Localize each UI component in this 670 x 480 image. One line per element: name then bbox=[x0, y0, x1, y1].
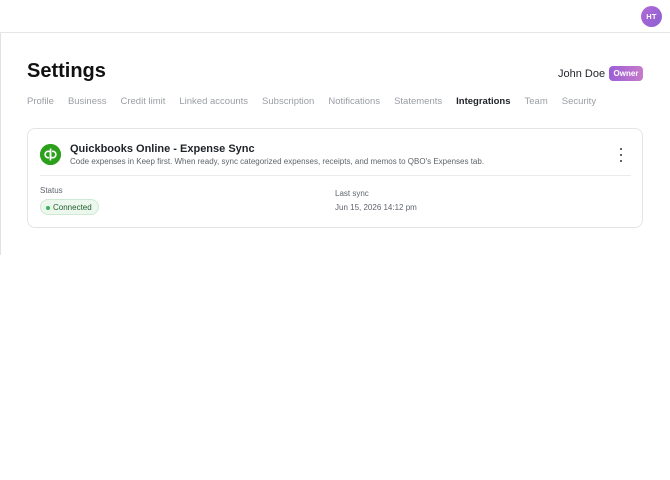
tab-business[interactable]: Business bbox=[68, 96, 107, 110]
status-label: Status bbox=[40, 186, 63, 195]
card-divider bbox=[40, 175, 631, 176]
tab-subscription[interactable]: Subscription bbox=[262, 96, 314, 110]
integration-title: Quickbooks Online - Expense Sync bbox=[70, 143, 255, 155]
user-name: John Doe bbox=[558, 68, 606, 80]
last-sync-value: Jun 15, 2026 14:12 pm bbox=[335, 203, 417, 212]
tab-profile[interactable]: Profile bbox=[27, 96, 54, 110]
more-options-icon[interactable] bbox=[616, 148, 626, 162]
tab-notifications[interactable]: Notifications bbox=[328, 96, 380, 110]
top-bar: HT bbox=[0, 0, 670, 33]
integration-description: Code expenses in Keep first. When ready,… bbox=[70, 157, 485, 166]
settings-tabs: Profile Business Credit limit Linked acc… bbox=[27, 96, 610, 110]
user-avatar[interactable]: HT bbox=[641, 6, 662, 27]
status-badge: Connected bbox=[40, 199, 99, 215]
tab-integrations[interactable]: Integrations bbox=[456, 96, 510, 110]
tab-team[interactable]: Team bbox=[525, 96, 548, 110]
integration-card: Quickbooks Online - Expense Sync Code ex… bbox=[27, 128, 643, 228]
tab-linked-accounts[interactable]: Linked accounts bbox=[179, 96, 248, 110]
tab-statements[interactable]: Statements bbox=[394, 96, 442, 110]
quickbooks-logo-icon bbox=[40, 144, 61, 165]
last-sync-label: Last sync bbox=[335, 189, 369, 198]
tab-security[interactable]: Security bbox=[562, 96, 596, 110]
status-dot-icon bbox=[46, 206, 50, 210]
page-title: Settings bbox=[27, 60, 106, 82]
tab-credit-limit[interactable]: Credit limit bbox=[121, 96, 166, 110]
role-badge: Owner bbox=[609, 66, 643, 81]
status-value: Connected bbox=[53, 202, 92, 212]
